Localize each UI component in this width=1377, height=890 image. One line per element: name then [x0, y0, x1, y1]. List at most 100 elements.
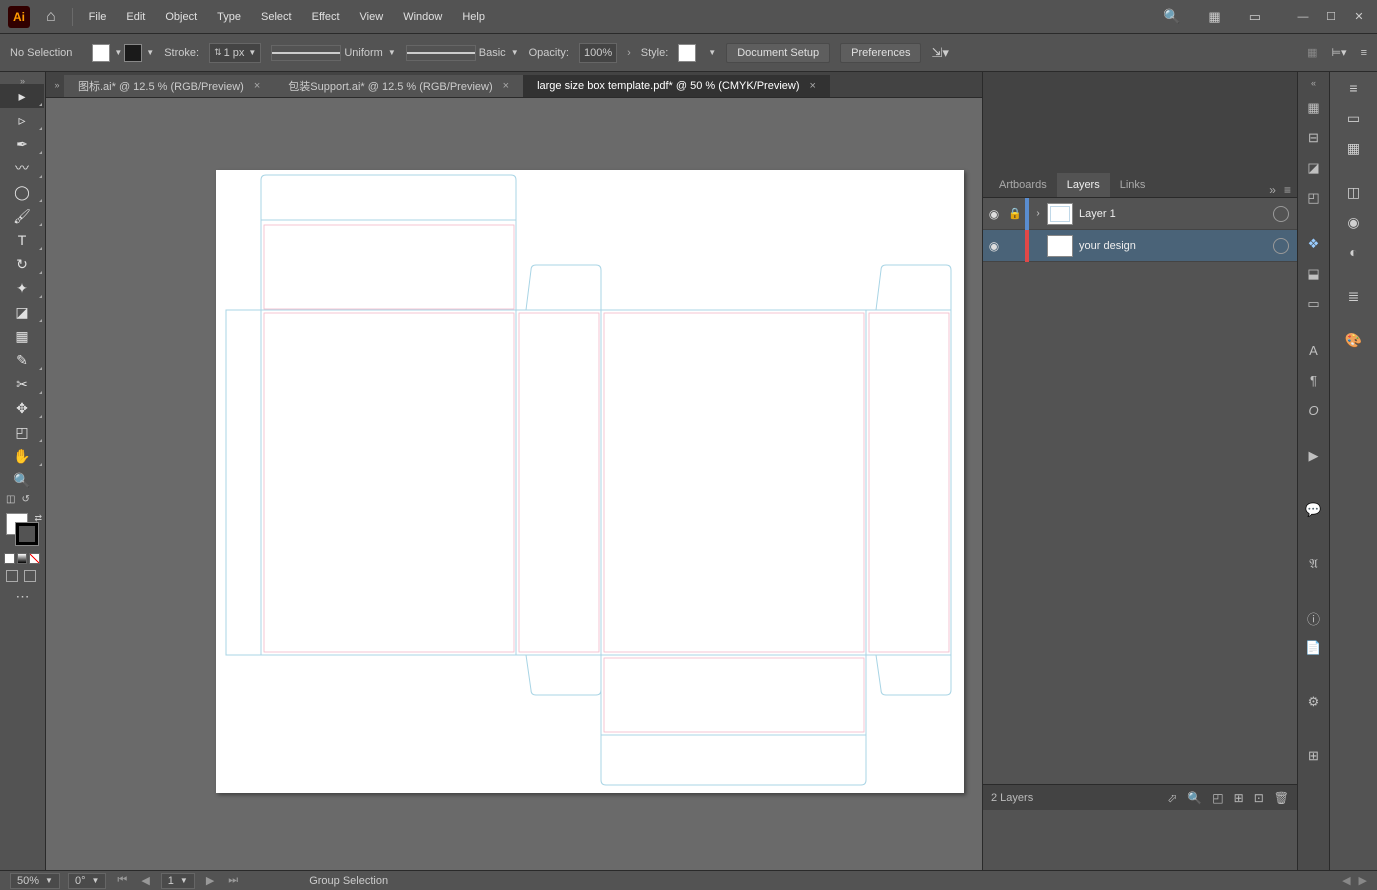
- info-panel-icon[interactable]: ⓘ: [1304, 608, 1324, 628]
- new-sublayer-icon[interactable]: ⊡: [1254, 791, 1264, 805]
- swap-fill-stroke-icon[interactable]: ⇄: [34, 513, 42, 524]
- edit-toolbar[interactable]: ⋯: [0, 588, 45, 605]
- align-panel-icon[interactable]: ⊟: [1304, 128, 1324, 148]
- transform-icon[interactable]: ⇲▾: [931, 45, 948, 61]
- appearance-panel-icon[interactable]: ◉: [1344, 212, 1364, 232]
- toolbar-expand[interactable]: »: [0, 76, 45, 84]
- delete-layer-icon[interactable]: 🗑: [1274, 791, 1289, 805]
- search-icon[interactable]: 🔍: [1163, 8, 1180, 25]
- fill-stroke-control[interactable]: ⇄: [0, 511, 44, 551]
- hand-tool[interactable]: ✋: [0, 444, 44, 468]
- toggle-fill-stroke-icon[interactable]: ◫: [6, 494, 15, 505]
- draw-behind[interactable]: [24, 570, 36, 582]
- menu-file[interactable]: File: [81, 7, 115, 27]
- actions-panel-icon[interactable]: ▶: [1304, 446, 1324, 466]
- window-maximize[interactable]: ☐: [1321, 9, 1341, 25]
- panel-tab-layers[interactable]: Layers: [1057, 173, 1110, 197]
- scroll-right-icon[interactable]: ▶: [1359, 874, 1367, 887]
- artboard-number[interactable]: 1▼: [161, 873, 195, 889]
- menu-help[interactable]: Help: [454, 7, 493, 27]
- direct-selection-tool[interactable]: ▹: [0, 108, 44, 132]
- dock-menu-icon[interactable]: ≡: [1344, 78, 1364, 98]
- document-tab-1[interactable]: 包装Support.ai* @ 12.5 % (RGB/Preview)×: [274, 75, 523, 97]
- window-minimize[interactable]: —: [1293, 9, 1313, 25]
- brushes-panel-icon[interactable]: ◫: [1344, 182, 1364, 202]
- color-panel-icon[interactable]: 🎨: [1344, 330, 1364, 350]
- asset-export-icon[interactable]: ⬓: [1304, 264, 1324, 284]
- default-fill-stroke-icon[interactable]: ↺: [21, 494, 29, 505]
- free-transform-tool[interactable]: ✥: [0, 396, 44, 420]
- zoom-tool[interactable]: 🔍: [0, 468, 44, 492]
- selection-tool[interactable]: ▸: [0, 84, 44, 108]
- adjustments-panel-icon[interactable]: ≣: [1344, 286, 1364, 306]
- first-artboard-icon[interactable]: ⏮: [114, 874, 130, 887]
- canvas[interactable]: [46, 98, 982, 870]
- pathfinder-panel-icon[interactable]: ◪: [1304, 158, 1324, 178]
- swatches-panel-icon[interactable]: ▦: [1344, 138, 1364, 158]
- close-tab-icon[interactable]: ×: [254, 80, 260, 92]
- eyedropper-tool[interactable]: ✎: [0, 348, 44, 372]
- character-panel-icon[interactable]: A: [1304, 340, 1324, 360]
- create-sublayer-icon[interactable]: ◰: [1212, 791, 1223, 805]
- paragraph-panel-icon[interactable]: ¶: [1304, 370, 1324, 390]
- document-setup-button[interactable]: Document Setup: [726, 43, 830, 63]
- sep-preview-icon[interactable]: ⊞: [1304, 746, 1324, 766]
- arrange-icon[interactable]: ▦: [1208, 9, 1220, 25]
- stroke-swatch[interactable]: [124, 44, 142, 62]
- stroke-weight[interactable]: ⇅ 1 px ▼: [209, 43, 261, 63]
- visibility-icon[interactable]: ◉: [983, 207, 1005, 221]
- menu-object[interactable]: Object: [157, 7, 205, 27]
- next-artboard-icon[interactable]: ▶: [203, 874, 217, 887]
- rotate-tool[interactable]: ↻: [0, 252, 44, 276]
- panel-tab-artboards[interactable]: Artboards: [989, 173, 1057, 197]
- window-close[interactable]: ✕: [1349, 9, 1369, 25]
- locate-object-icon[interactable]: ⬀: [1167, 791, 1177, 805]
- libraries-panel-icon[interactable]: ▭: [1344, 108, 1364, 128]
- panel-menu-icon[interactable]: ≡: [1284, 183, 1291, 197]
- scroll-left-icon[interactable]: ◀: [1342, 874, 1350, 887]
- workspace-icon[interactable]: ▭: [1249, 9, 1261, 25]
- expand-layer-icon[interactable]: ›: [1029, 208, 1047, 219]
- lock-icon[interactable]: 🔒: [1005, 207, 1025, 220]
- properties-panel-icon[interactable]: ▦: [1304, 98, 1324, 118]
- panel-menu-icon[interactable]: ≡: [1361, 47, 1367, 59]
- layer-target-icon[interactable]: [1273, 238, 1289, 254]
- menu-window[interactable]: Window: [395, 7, 450, 27]
- layer-name[interactable]: Layer 1: [1079, 208, 1269, 220]
- fill-swatch[interactable]: [92, 44, 110, 62]
- opentype-panel-icon[interactable]: O: [1304, 400, 1324, 420]
- align-icon[interactable]: ▦: [1307, 46, 1317, 59]
- tab-expand[interactable]: »: [50, 80, 64, 90]
- layer-row-0[interactable]: ◉ 🔒 › Layer 1: [983, 198, 1297, 230]
- draw-normal[interactable]: [6, 570, 18, 582]
- transform-panel-icon[interactable]: ◰: [1304, 188, 1324, 208]
- panel-tab-links[interactable]: Links: [1110, 173, 1156, 197]
- prev-artboard-icon[interactable]: ◀: [138, 874, 152, 887]
- graphic-styles-panel-icon[interactable]: ◐: [1344, 242, 1364, 262]
- shaper-tool[interactable]: ✦: [0, 276, 44, 300]
- opacity-input[interactable]: 100%: [579, 43, 617, 63]
- zoom-level[interactable]: 50%▼: [10, 873, 60, 889]
- document-tab-0[interactable]: 图标.ai* @ 12.5 % (RGB/Preview)×: [64, 75, 274, 97]
- home-icon[interactable]: ⌂: [46, 8, 56, 26]
- document-info-icon[interactable]: 📄: [1304, 638, 1324, 658]
- menu-select[interactable]: Select: [253, 7, 300, 27]
- glyphs-panel-icon[interactable]: 𝔄: [1304, 554, 1324, 574]
- color-mode-solid[interactable]: [4, 553, 15, 564]
- create-new-layer-icon[interactable]: ⊞: [1234, 791, 1244, 805]
- comments-panel-icon[interactable]: 💬: [1304, 500, 1324, 520]
- menu-edit[interactable]: Edit: [118, 7, 153, 27]
- layer-name[interactable]: your design: [1079, 240, 1269, 252]
- brush-preview[interactable]: [271, 45, 341, 61]
- make-clipping-mask-icon[interactable]: 🔍: [1187, 791, 1202, 805]
- snap-icon[interactable]: ⊨▾: [1331, 46, 1346, 59]
- rotate-view[interactable]: 0°▼: [68, 873, 106, 889]
- close-tab-icon[interactable]: ×: [503, 80, 509, 92]
- menu-type[interactable]: Type: [209, 7, 249, 27]
- ellipse-tool[interactable]: ◯: [0, 180, 44, 204]
- visibility-icon[interactable]: ◉: [983, 239, 1005, 253]
- gradient-tool[interactable]: ▦: [0, 324, 44, 348]
- close-tab-icon[interactable]: ×: [810, 80, 816, 92]
- panel-collapse-icon[interactable]: »: [1269, 183, 1276, 197]
- color-mode-gradient[interactable]: [17, 553, 28, 564]
